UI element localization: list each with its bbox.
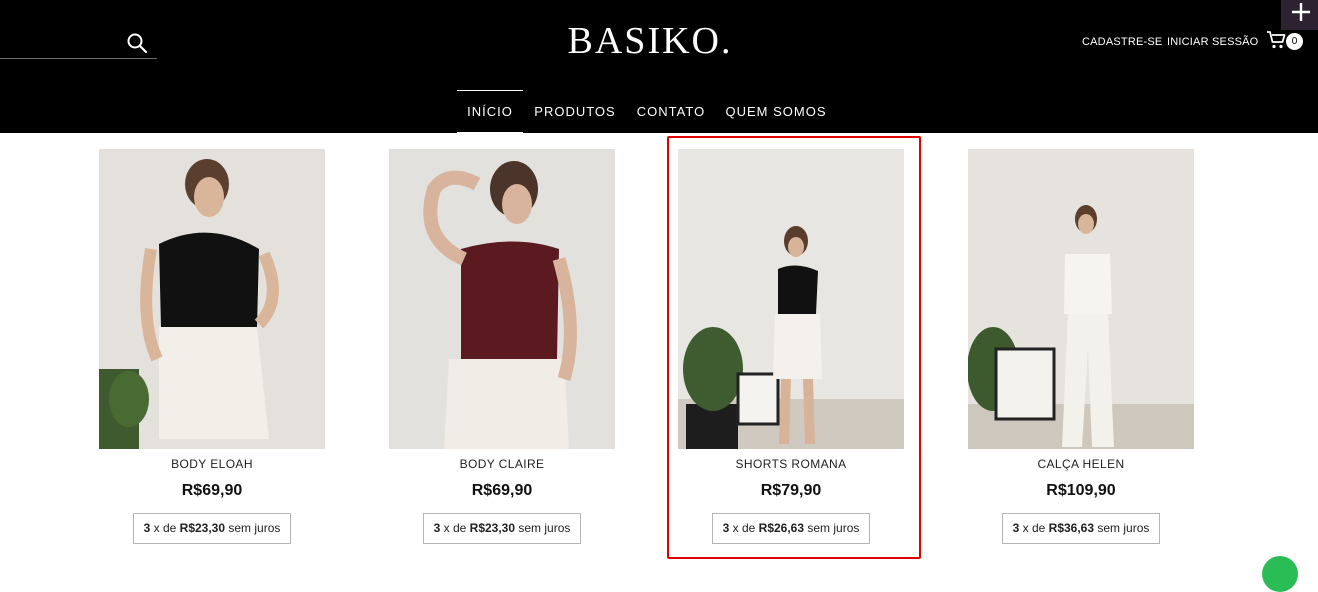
login-link[interactable]: INICIAR SESSÃO [1167, 36, 1258, 48]
installment-x-de: x de [1019, 521, 1049, 535]
installment-box: 3 x de R$23,30 sem juros [132, 513, 292, 544]
installment-box: 3 x de R$26,63 sem juros [711, 513, 871, 544]
product-card[interactable]: SHORTS ROMANA R$79,90 3 x de R$26,63 sem… [678, 149, 904, 544]
site-header: BASIKO. CADASTRE-SE INICIAR SESSÃO 0 INÍ… [0, 0, 1318, 133]
search-input[interactable] [0, 26, 120, 58]
installment-suffix: sem juros [804, 521, 860, 535]
product-name[interactable]: CALÇA HELEN [968, 457, 1194, 472]
installment-amount: R$23,30 [469, 521, 516, 535]
cart-count-badge: 0 [1286, 33, 1303, 50]
installment-amount: R$36,63 [1048, 521, 1095, 535]
product-price: R$69,90 [181, 482, 243, 499]
whatsapp-chat-icon[interactable] [1262, 556, 1298, 592]
product-price: R$79,90 [760, 482, 822, 499]
installment-suffix: sem juros [1094, 521, 1150, 535]
cart-icon [1267, 31, 1286, 49]
installment-x-de: x de [729, 521, 759, 535]
cart-button[interactable]: 0 [1266, 30, 1306, 52]
product-name[interactable]: SHORTS ROMANA [678, 457, 904, 472]
nav-item-quem-somos[interactable]: QUEM SOMOS [722, 90, 830, 133]
nav-item-contato[interactable]: CONTATO [632, 90, 710, 133]
installment-amount: R$23,30 [179, 521, 226, 535]
product-image[interactable] [968, 149, 1194, 449]
register-link[interactable]: CADASTRE-SE [1082, 36, 1162, 48]
product-image[interactable] [678, 149, 904, 449]
installment-x-de: x de [440, 521, 470, 535]
brand-logo[interactable]: BASIKO. [520, 18, 780, 64]
product-name[interactable]: BODY CLAIRE [389, 457, 615, 472]
plus-icon[interactable] [1281, 0, 1318, 30]
installment-suffix: sem juros [225, 521, 281, 535]
search-bar [0, 26, 157, 59]
installment-amount: R$26,63 [758, 521, 805, 535]
product-price: R$109,90 [1046, 482, 1116, 499]
installment-x-de: x de [150, 521, 180, 535]
installment-box: 3 x de R$23,30 sem juros [422, 513, 582, 544]
product-price: R$69,90 [471, 482, 533, 499]
product-image[interactable] [389, 149, 615, 449]
nav-item-produtos[interactable]: PRODUTOS [531, 90, 619, 133]
product-card[interactable]: BODY ELOAH R$69,90 3 x de R$23,30 sem ju… [99, 149, 325, 544]
product-name[interactable]: BODY ELOAH [99, 457, 325, 472]
search-icon[interactable] [126, 32, 148, 54]
product-image[interactable] [99, 149, 325, 449]
installment-suffix: sem juros [515, 521, 571, 535]
product-card[interactable]: CALÇA HELEN R$109,90 3 x de R$36,63 sem … [968, 149, 1194, 544]
main-nav: INÍCIO PRODUTOS CONTATO QUEM SOMOS [0, 90, 1318, 133]
installment-box: 3 x de R$36,63 sem juros [1001, 513, 1161, 544]
product-card[interactable]: BODY CLAIRE R$69,90 3 x de R$23,30 sem j… [389, 149, 615, 544]
nav-item-inicio[interactable]: INÍCIO [457, 90, 523, 133]
